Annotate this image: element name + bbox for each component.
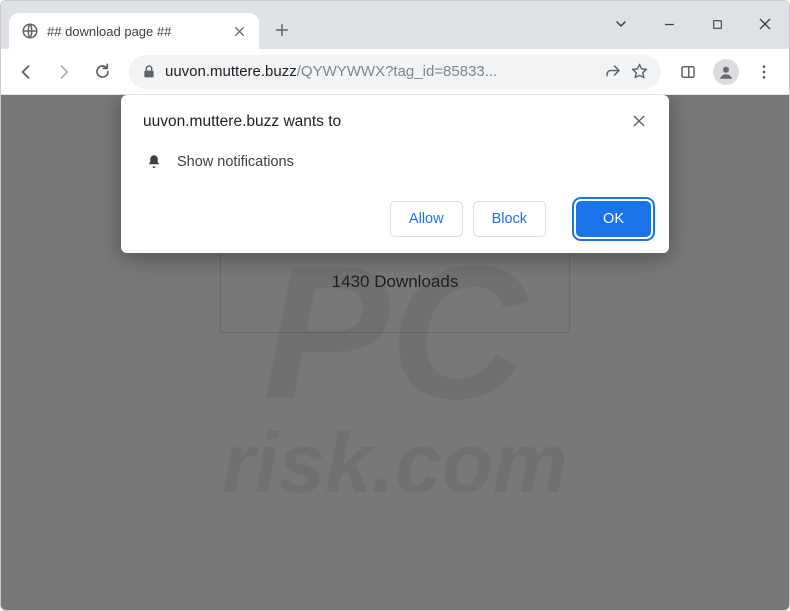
allow-button[interactable]: Allow: [390, 201, 463, 237]
dialog-message: Show notifications: [177, 154, 294, 170]
notification-permission-dialog: uuvon.muttere.buzz wants to Show notific…: [121, 95, 669, 253]
share-icon[interactable]: [604, 63, 622, 81]
bookmark-icon[interactable]: [630, 62, 649, 81]
side-panel-icon[interactable]: [671, 55, 705, 89]
tab-title: ## download page ##: [47, 24, 223, 39]
back-button[interactable]: [9, 55, 43, 89]
avatar-icon: [713, 59, 739, 85]
dropdown-icon[interactable]: [597, 7, 645, 41]
bell-icon: [145, 153, 163, 171]
tab-strip: ## download page ##: [1, 1, 789, 49]
new-tab-button[interactable]: [267, 15, 297, 45]
url-host: uuvon.muttere.buzz: [165, 63, 297, 80]
maximize-button[interactable]: [693, 7, 741, 41]
window-controls: [597, 1, 789, 49]
browser-tab[interactable]: ## download page ##: [9, 13, 259, 49]
url-text: uuvon.muttere.buzz/QYWYWWX?tag_id=85833.…: [165, 63, 596, 80]
close-tab-button[interactable]: [231, 23, 247, 39]
dialog-close-button[interactable]: [631, 113, 651, 133]
minimize-button[interactable]: [645, 7, 693, 41]
globe-icon: [21, 22, 39, 40]
lock-icon: [141, 64, 157, 80]
toolbar: uuvon.muttere.buzz/QYWYWWX?tag_id=85833.…: [1, 49, 789, 95]
ok-button[interactable]: OK: [576, 201, 651, 237]
browser-window: ## download page ##: [0, 0, 790, 611]
block-button[interactable]: Block: [473, 201, 546, 237]
reload-button[interactable]: [85, 55, 119, 89]
page-content: 1430 Downloads PC risk.com uuvon.muttere…: [1, 95, 789, 610]
dialog-title: uuvon.muttere.buzz wants to: [143, 113, 631, 131]
menu-button[interactable]: [747, 55, 781, 89]
profile-button[interactable]: [709, 55, 743, 89]
address-bar[interactable]: uuvon.muttere.buzz/QYWYWWX?tag_id=85833.…: [129, 55, 661, 89]
url-path: /QYWYWWX?tag_id=85833...: [297, 63, 498, 80]
close-window-button[interactable]: [741, 7, 789, 41]
forward-button[interactable]: [47, 55, 81, 89]
